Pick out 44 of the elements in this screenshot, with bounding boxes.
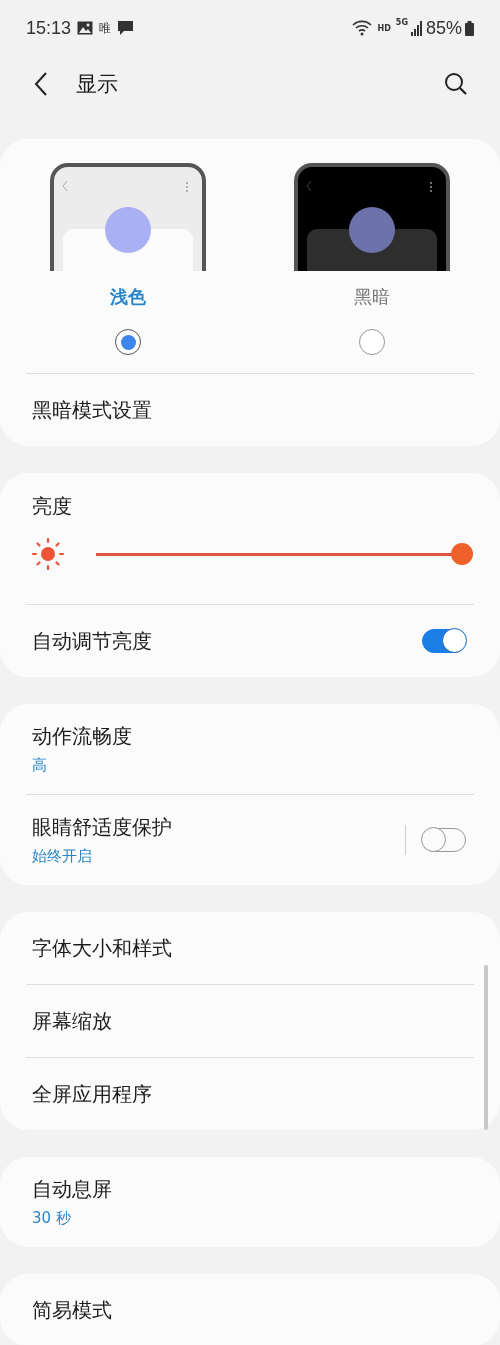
slider-label: 亮度	[32, 494, 72, 518]
back-icon[interactable]	[34, 72, 48, 96]
wifi-icon	[352, 20, 373, 36]
row-value: 高	[32, 756, 48, 775]
status-time: 15:13	[26, 17, 72, 39]
settings-row[interactable]: 屏幕缩放	[0, 985, 500, 1057]
theme-label: 黑暗	[354, 285, 390, 309]
image-icon	[77, 21, 94, 35]
battery-icon	[465, 20, 474, 36]
row-value: 30 秒	[32, 1209, 72, 1228]
toggle-switch[interactable]	[422, 828, 466, 852]
dark-preview-drawing[interactable]	[294, 163, 450, 271]
search-icon[interactable]	[444, 72, 468, 96]
radio-button[interactable]	[359, 329, 385, 355]
row-label: 自动调节亮度	[32, 627, 153, 655]
settings-row[interactable]: 眼睛舒适度保护 始终开启	[0, 795, 500, 885]
notification-text: 唯	[99, 19, 112, 37]
settings-row[interactable]: 全屏应用程序	[0, 1058, 500, 1130]
message-icon	[117, 20, 135, 36]
row-label: 动作流畅度	[32, 723, 133, 750]
theme-label: 浅色	[110, 285, 146, 309]
row-label: 简易模式	[32, 1296, 113, 1324]
settings-row[interactable]: 自动调节亮度	[0, 605, 500, 677]
settings-row[interactable]: 黑暗模式设置	[0, 374, 500, 446]
row-label: 眼睛舒适度保护	[32, 814, 173, 841]
network-label: 5G	[395, 17, 408, 27]
radio-button[interactable]	[115, 329, 141, 355]
light-preview-drawing[interactable]	[50, 163, 206, 271]
settings-row[interactable]: 自动息屏 30 秒	[0, 1157, 500, 1247]
settings-row[interactable]: 字体大小和样式	[0, 912, 500, 984]
settings-row[interactable]: 简易模式	[0, 1274, 500, 1345]
hd-label: HD	[377, 23, 391, 33]
row-label: 屏幕缩放	[32, 1007, 113, 1035]
battery-percent: 85%	[425, 17, 462, 39]
toggle-switch[interactable]	[422, 629, 466, 653]
settings-row[interactable]: 动作流畅度 高	[0, 704, 500, 794]
signal-icon	[410, 20, 423, 36]
page-title: 显示	[76, 71, 118, 98]
row-label: 自动息屏	[32, 1176, 113, 1203]
row-label: 字体大小和样式	[32, 934, 173, 962]
row-label: 全屏应用程序	[32, 1080, 153, 1108]
sun-icon	[32, 538, 64, 570]
row-value: 始终开启	[32, 847, 93, 866]
row-label: 黑暗模式设置	[32, 396, 153, 424]
